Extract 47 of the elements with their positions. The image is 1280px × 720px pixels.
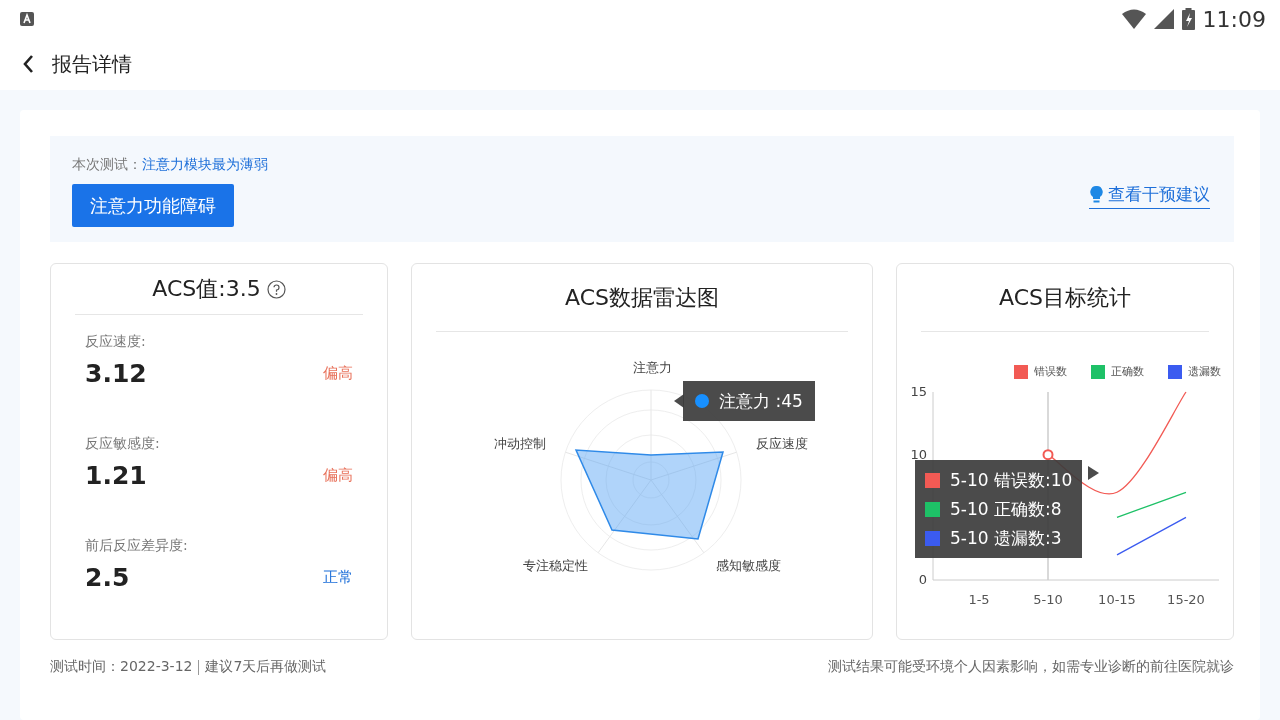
status-time: 11:09 — [1202, 6, 1266, 32]
radar-axis-label: 专注稳定性 — [523, 558, 588, 573]
advice-link[interactable]: 查看干预建议 — [1089, 183, 1210, 209]
x-tick-label: 1-5 — [968, 592, 990, 607]
y-tick-label: 0 — [918, 572, 927, 587]
tooltip-text: 5-10 正确数:8 — [950, 497, 1062, 521]
summary-text: 本次测试：注意力模块最为薄弱 — [72, 156, 268, 174]
back-button[interactable] — [22, 54, 34, 74]
legend-label: 正确数 — [1111, 365, 1144, 378]
metric-label: 前后反应差异度: — [85, 537, 189, 555]
tooltip-text: 5-10 遗漏数:3 — [950, 526, 1062, 550]
help-icon[interactable] — [266, 279, 286, 299]
legend-label: 错误数 — [1034, 365, 1067, 378]
x-tick-label: 5-10 — [1033, 592, 1063, 607]
page-title: 报告详情 — [52, 50, 132, 78]
lightbulb-icon — [1089, 186, 1104, 203]
card-title: ACS目标统计 — [999, 283, 1131, 312]
metric-value: 3.12 — [85, 359, 148, 388]
metric-status: 偏高 — [323, 364, 353, 383]
app-icon — [20, 12, 34, 26]
tooltip-text: 注意力 :45 — [719, 389, 803, 413]
radar-axis-label: 感知敏感度 — [716, 558, 781, 573]
metric-status: 偏高 — [323, 466, 353, 485]
tooltip-text: 5-10 错误数:10 — [950, 468, 1073, 492]
metric-status: 正常 — [323, 568, 353, 587]
point-marker — [1042, 449, 1054, 461]
x-tick-label: 15-20 — [1167, 592, 1205, 607]
metric-value: 2.5 — [85, 563, 131, 592]
diagnosis-tag[interactable]: 注意力功能障碍 — [72, 184, 234, 227]
metric-value: 1.21 — [85, 461, 148, 490]
radar-axis-label: 反应速度 — [756, 436, 808, 451]
metric-label: 反应敏感度: — [85, 435, 161, 453]
disclaimer-text: 测试结果可能受环境个人因素影响，如需专业诊断的前往医院就诊 — [828, 658, 1234, 676]
y-tick-label: 10 — [910, 446, 927, 462]
metric-label: 反应速度: — [85, 333, 147, 351]
wifi-icon — [1121, 9, 1146, 29]
signal-icon — [1153, 9, 1174, 29]
test-date: 测试时间：2022-3-12 — [50, 658, 193, 676]
legend-label: 遗漏数 — [1188, 365, 1221, 378]
battery-icon — [1181, 8, 1195, 30]
card-title: ACS数据雷达图 — [565, 283, 719, 312]
y-tick-label: 15 — [910, 384, 927, 399]
radar-axis-label: 注意力 — [632, 360, 672, 375]
radar-axis-label: 冲动控制 — [494, 436, 546, 451]
card-title: ACS值:3.5 — [152, 275, 261, 303]
x-tick-label: 10-15 — [1098, 592, 1136, 607]
retest-advice: 建议7天后再做测试 — [205, 658, 327, 676]
